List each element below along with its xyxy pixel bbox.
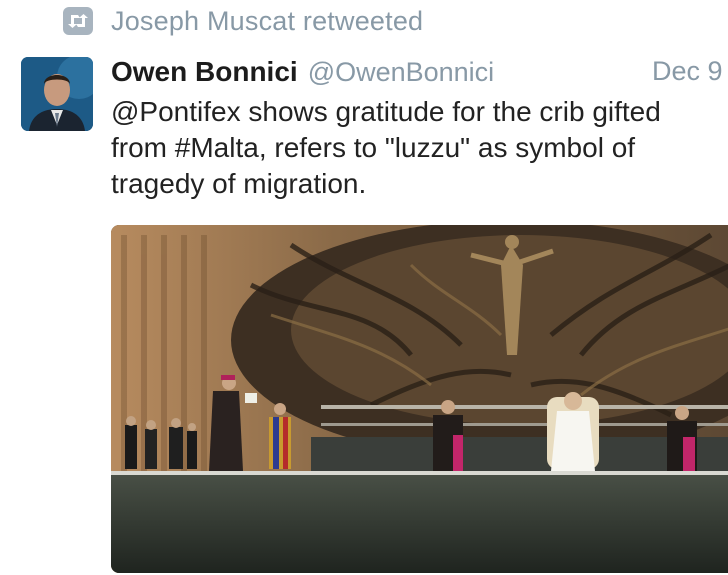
avatar[interactable] [21,57,93,131]
retweeted-by-label[interactable]: Joseph Muscat retweeted [111,6,423,37]
author-name[interactable]: Owen Bonnici [111,56,298,88]
tweet-text-line: tragedy of migration. [111,168,367,199]
tweet-date[interactable]: Dec 9 [652,56,723,87]
retweet-context[interactable]: Joseph Muscat retweeted [63,4,423,38]
tweet-header: Owen Bonnici @OwenBonnici Dec 9 [111,56,728,96]
tweet-text: @Pontifex shows gratitude for the crib g… [111,94,728,202]
tweet-text-line: from #Malta, refers to "luzzu" as symbol… [111,132,636,163]
author-handle[interactable]: @OwenBonnici [308,57,495,88]
retweet-icon [63,7,93,35]
tweet-text-line: @Pontifex shows gratitude for the crib g… [111,96,661,127]
tweet-photo[interactable] [111,225,728,573]
